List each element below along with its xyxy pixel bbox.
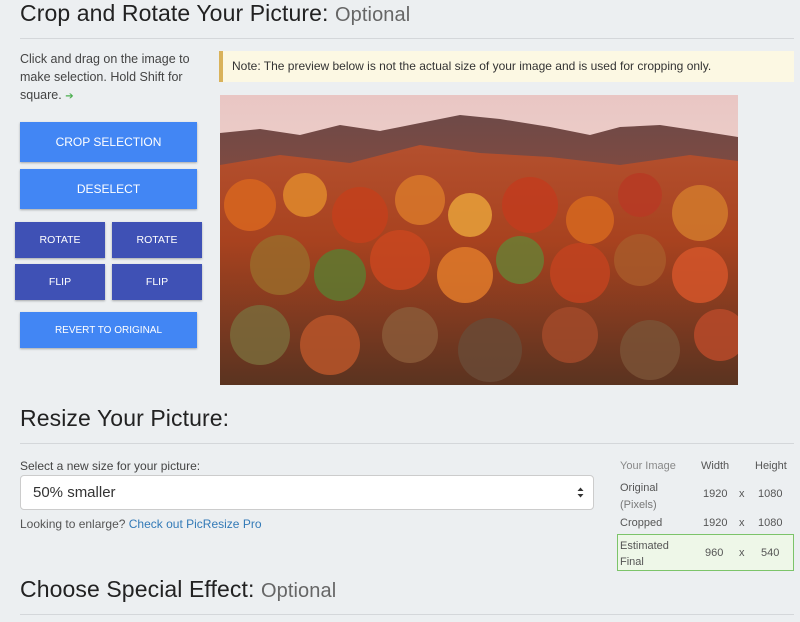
- row-x: x: [739, 517, 745, 529]
- effect-title-text: Choose Special Effect:: [20, 576, 255, 602]
- crop-instructions: Click and drag on the image to make sele…: [20, 50, 190, 106]
- enlarge-hint: Looking to enlarge? Check out PicResize …: [20, 517, 262, 531]
- row-width: 1920: [703, 488, 728, 500]
- preview-note: Note: The preview below is not the actua…: [219, 51, 794, 82]
- enlarge-prefix: Looking to enlarge?: [20, 517, 126, 531]
- row-label-line2: (Pixels): [620, 499, 657, 511]
- row-label-line1: Estimated: [620, 540, 669, 552]
- row-label-line1: Cropped: [620, 517, 663, 529]
- table-header-image: Your Image: [620, 460, 676, 472]
- divider: [20, 614, 794, 615]
- rotate-left-button[interactable]: ROTATE: [15, 222, 105, 258]
- resize-section-title: Resize Your Picture:: [20, 405, 230, 431]
- row-height: 540: [761, 547, 780, 559]
- row-width: 1920: [703, 517, 728, 529]
- picresize-pro-link[interactable]: Check out PicResize Pro: [129, 517, 262, 531]
- size-select[interactable]: 50% smaller: [20, 475, 594, 510]
- row-height: 1080: [758, 488, 783, 500]
- crop-instructions-text: Click and drag on the image to make sele…: [20, 52, 190, 102]
- crop-selection-button[interactable]: CROP SELECTION: [20, 122, 197, 162]
- flip-vertical-button[interactable]: FLIP: [112, 264, 202, 300]
- row-label-line1: Original: [620, 482, 658, 494]
- crop-preview-image[interactable]: [220, 95, 738, 385]
- row-x: x: [739, 488, 745, 500]
- select-caret-icon: [577, 487, 584, 498]
- size-select-label: Select a new size for your picture:: [20, 459, 201, 473]
- table-header-width: Width: [701, 460, 730, 472]
- crop-title-text: Crop and Rotate Your Picture:: [20, 0, 329, 26]
- row-label-line2: Final: [620, 556, 644, 568]
- row-height: 1080: [758, 517, 783, 529]
- divider: [20, 443, 794, 444]
- row-width: 960: [705, 547, 724, 559]
- arrow-right-icon: ➔: [65, 91, 74, 102]
- deselect-button[interactable]: DESELECT: [20, 169, 197, 209]
- rotate-right-button[interactable]: ROTATE: [112, 222, 202, 258]
- effect-optional-label: Optional: [260, 580, 337, 602]
- table-header-height: Height: [755, 460, 787, 472]
- crop-section-title: Crop and Rotate Your Picture: Optional: [20, 0, 410, 27]
- revert-to-original-button[interactable]: REVERT TO ORIGINAL: [20, 312, 197, 348]
- size-select-value: 50% smaller: [33, 484, 116, 501]
- autumn-forest-photo: [220, 95, 738, 385]
- row-x: x: [739, 547, 745, 559]
- divider: [20, 38, 794, 39]
- crop-optional-label: Optional: [334, 4, 411, 26]
- flip-horizontal-button[interactable]: FLIP: [15, 264, 105, 300]
- effect-section-title: Choose Special Effect: Optional: [20, 576, 336, 603]
